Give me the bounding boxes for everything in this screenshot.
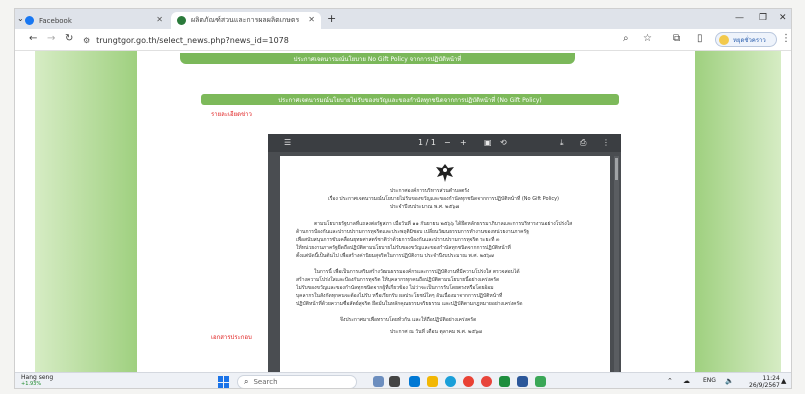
pdf-page-indicator[interactable]: 1 / 1 (418, 138, 436, 147)
pdf-scrollbar[interactable] (614, 156, 619, 372)
browser-toolbar: ← → ↻ ⚙ trungtgor.go.th/select_news.php?… (15, 29, 791, 51)
edge-icon[interactable] (445, 376, 456, 387)
scan-frame: ⌄ Facebook ✕ ผลิตภัณฑ์สวนและการผลผลิตเกษ… (0, 0, 805, 394)
windows-start-icon[interactable] (218, 376, 230, 388)
taskbar-search[interactable]: ⌕ Search (237, 375, 357, 388)
file-explorer-icon[interactable] (427, 376, 438, 387)
doc-paragraph-line: ไม่รับของขวัญและของกำนัลทุกชนิดจากผู้ที่… (296, 285, 494, 291)
search-icon: ⌕ (244, 377, 249, 386)
site-info-icon[interactable]: ⚙ (83, 36, 90, 45)
volume-icon[interactable]: 🔈 (725, 377, 734, 385)
pdf-scroll-thumb[interactable] (615, 158, 618, 180)
close-icon[interactable]: ✕ (308, 15, 315, 24)
minimize-icon[interactable]: — (735, 13, 744, 23)
pdf-menu-icon[interactable]: ☰ (284, 138, 291, 147)
new-tab-button[interactable]: + (327, 12, 336, 25)
green-app-icon[interactable] (535, 376, 546, 387)
pdf-more-icon[interactable]: ⋮ (602, 138, 610, 147)
close-window-icon[interactable]: ✕ (779, 13, 787, 23)
doc-paragraph-line: ปฏิบัติหน้าที่ด้วยความซื่อสัตย์สุจริต ยึ… (296, 301, 523, 307)
news-title-banner: ประกาศเจตนารมณ์นโยบายไม่รับของขวัญและของ… (201, 94, 619, 105)
url-text: trungtgor.go.th/select_news.php?news_id=… (96, 35, 289, 45)
fit-page-icon[interactable]: ▣ (484, 138, 492, 147)
doc-paragraph-line: ในการนี้ เพื่อเป็นการเสริมสร้างวัฒนธรรมอ… (314, 269, 520, 275)
stock-widget[interactable]: Hang seng +1.93% (21, 375, 53, 388)
sidepanel-icon[interactable]: ▯ (697, 33, 703, 44)
detail-label: รายละเอียดข่าว (211, 111, 252, 118)
doc-paragraph-line: ตามนโยบายรัฐบาลที่แถลงต่อรัฐสภา เมื่อวัน… (314, 221, 573, 227)
reload-icon[interactable]: ↻ (65, 33, 73, 44)
doc-heading: ประกาศองค์การบริหารส่วนตำบลตรัง (390, 188, 470, 194)
stock-change: +1.93% (21, 381, 42, 387)
close-icon[interactable]: ✕ (156, 15, 163, 24)
tray-chevron-icon[interactable]: ⌃ (667, 377, 673, 385)
clock-date: 26/9/2567 (749, 382, 780, 389)
back-icon[interactable]: ← (29, 33, 37, 44)
facebook-icon (25, 16, 34, 25)
left-green-panel (35, 51, 137, 372)
language-indicator[interactable]: ENG (703, 377, 716, 384)
attachment-label: เอกสารประกอบ (211, 334, 252, 341)
store-icon[interactable] (409, 376, 420, 387)
forward-icon[interactable]: → (47, 33, 55, 44)
search-placeholder: Search (253, 378, 278, 386)
profile-label: หยุดชั่วคราว (733, 36, 766, 44)
doc-date: ประกาศ ณ วันที่ เดือน ตุลาคม พ.ศ. ๒๕๖๗ (390, 329, 483, 335)
pdf-toolbar: ☰ 1 / 1 − + ▣ ⟲ ⤓ ⎙ ⋮ (268, 134, 621, 152)
doc-paragraph-line: เพื่อสนับสนุนการขับเคลื่อนยุทธศาสตร์ชาติ… (296, 237, 500, 243)
restore-icon[interactable]: ❐ (759, 13, 767, 23)
zoom-out-icon[interactable]: − (444, 138, 451, 147)
pdf-viewer[interactable]: ☰ 1 / 1 − + ▣ ⟲ ⤓ ⎙ ⋮ ประกาศองค์การบริหา… (268, 134, 621, 372)
doc-year: ประจำปีงบประมาณ พ.ศ. ๒๕๖๗ (390, 204, 460, 210)
notification-icon[interactable]: ▲ (781, 377, 786, 385)
doc-paragraph-line: ด้านการป้องกันและปราบปรามการทุจริตและประ… (296, 229, 529, 235)
opera-icon[interactable] (481, 376, 492, 387)
doc-closing: จึงประกาศมาเพื่อทราบโดยทั่วกัน และให้ถือ… (340, 317, 477, 323)
download-icon[interactable]: ⤓ (560, 138, 564, 148)
doc-subject: เรื่อง ประกาศเจตนารมณ์นโยบายไม่รับของขวั… (328, 196, 560, 202)
bookmark-star-icon[interactable]: ☆ (643, 33, 652, 44)
taskbar: Hang seng +1.93% ⌕ Search ⌃ ☁ ENG 🔈 11:2… (15, 372, 791, 389)
doc-paragraph-line: สร้างความโปร่งใสและป้องกันการทุจริต ให้บ… (296, 277, 500, 283)
clock[interactable]: 11:24 26/9/2567 (749, 375, 780, 389)
line-icon[interactable] (499, 376, 510, 387)
pdf-page: ประกาศองค์การบริหารส่วนตำบลตรัง เรื่อง ป… (280, 156, 610, 372)
zoom-icon[interactable]: ⌕ (623, 33, 629, 44)
tab-strip: ⌄ Facebook ✕ ผลิตภัณฑ์สวนและการผลผลิตเกษ… (15, 9, 791, 29)
tab-title: ผลิตภัณฑ์สวนและการผลผลิตเกษตร (191, 16, 300, 24)
zoom-in-icon[interactable]: + (460, 138, 467, 147)
address-bar[interactable]: ⚙ trungtgor.go.th/select_news.php?news_i… (83, 32, 643, 48)
site-icon (177, 16, 186, 25)
avatar (719, 34, 729, 45)
menu-icon[interactable]: ⋮ (781, 33, 791, 44)
print-icon[interactable]: ⎙ (580, 138, 586, 148)
cloud-icon[interactable]: ☁ (683, 377, 690, 385)
chrome-icon[interactable] (463, 376, 474, 387)
garuda-emblem-icon (436, 164, 454, 182)
doc-paragraph-line: บุคลากรในสังกัดทุกคนจะต้องไม่รับ หรือเรี… (296, 293, 503, 299)
monitor-screen: ⌄ Facebook ✕ ผลิตภัณฑ์สวนและการผลผลิตเกษ… (14, 8, 792, 389)
extensions-icon[interactable]: ⧉ (673, 33, 680, 44)
web-page: ประกาศเจตนารมณ์นโยบาย No Gift Policy จาก… (15, 51, 791, 372)
word-icon[interactable] (517, 376, 528, 387)
right-green-panel (695, 51, 781, 372)
doc-paragraph-line: ตั้งแต่บัดนี้เป็นต้นไป เพื่อสร้างค่านิยม… (296, 253, 494, 259)
tab-facebook[interactable]: Facebook ✕ (19, 12, 169, 29)
task-view-icon[interactable] (373, 376, 384, 387)
doc-paragraph-line: ให้หน่วยงานภาครัฐยึดถือปฏิบัติตามนโยบายไ… (296, 245, 511, 251)
widgets-icon[interactable] (389, 376, 400, 387)
rotate-icon[interactable]: ⟲ (500, 138, 507, 147)
top-banner: ประกาศเจตนารมณ์นโยบาย No Gift Policy จาก… (180, 53, 575, 64)
tab-news[interactable]: ผลิตภัณฑ์สวนและการผลผลิตเกษตร ✕ (171, 12, 321, 29)
profile-button[interactable]: หยุดชั่วคราว (715, 32, 777, 47)
tab-title: Facebook (39, 16, 72, 25)
clock-time: 11:24 (762, 375, 780, 382)
